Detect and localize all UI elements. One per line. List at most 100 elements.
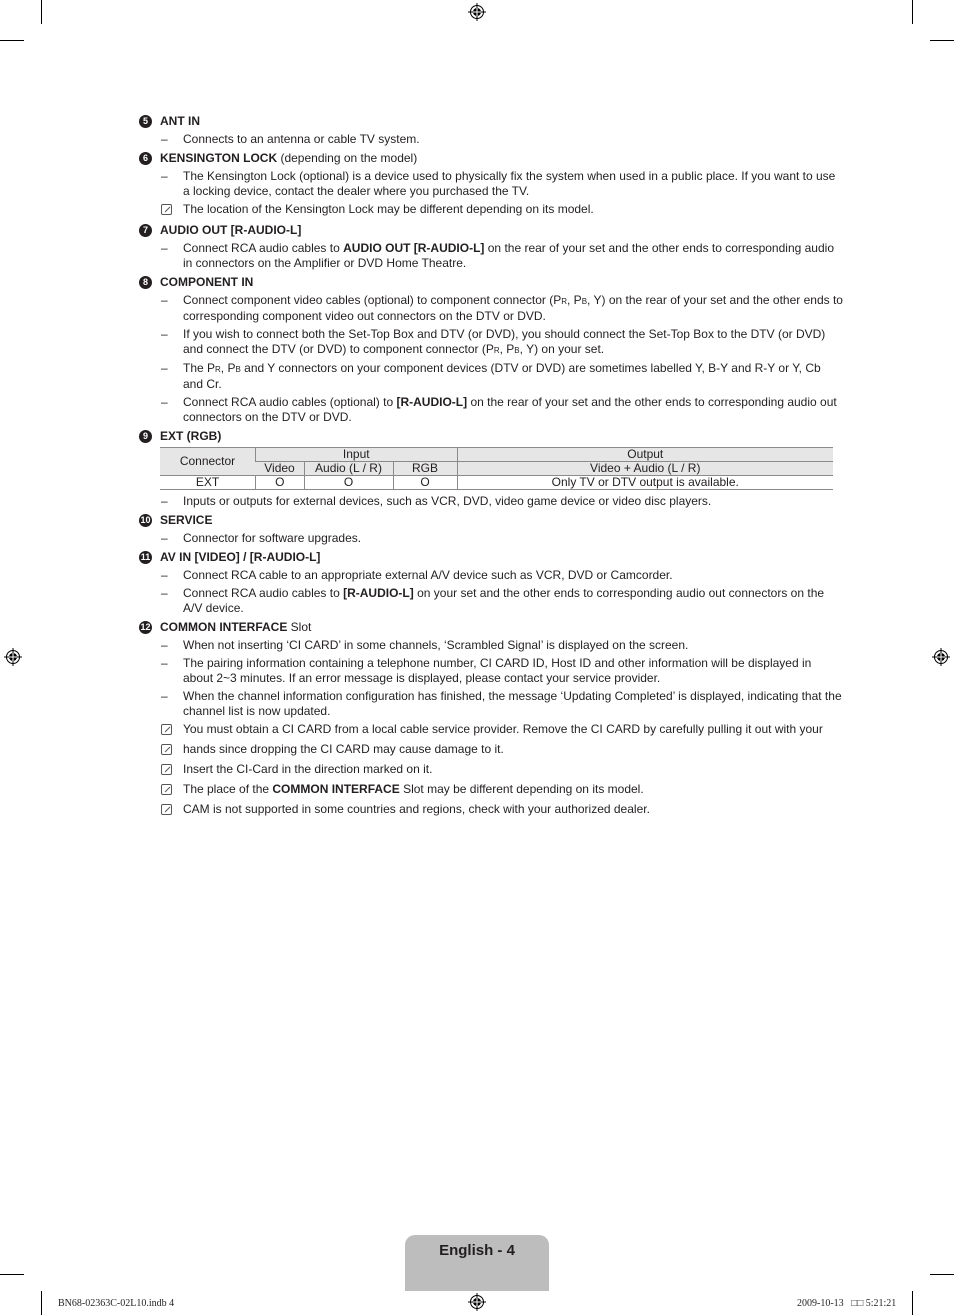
crop-mark	[41, 0, 42, 24]
section-title: COMMON INTERFACE	[160, 620, 288, 634]
list-item: – Connector for software upgrades.	[161, 531, 844, 546]
list-item: – Inputs or outputs for external devices,…	[161, 494, 844, 509]
item-text: Insert the CI-Card in the direction mark…	[183, 762, 433, 776]
item-text: Connect RCA audio cables (optional) to […	[183, 395, 837, 424]
section-heading: 8 COMPONENT IN	[139, 275, 844, 290]
item-text: Inputs or outputs for external devices, …	[183, 494, 712, 508]
registration-mark-icon	[932, 648, 950, 666]
section-number-badge: 12	[139, 621, 152, 634]
dash-bullet: –	[161, 169, 168, 183]
header-input: Input	[255, 447, 457, 462]
dash-bullet: –	[161, 327, 168, 341]
section-number-badge: 8	[139, 276, 152, 289]
section-heading: 11 AV IN [VIDEO] / [R-AUDIO-L]	[139, 550, 844, 565]
page-number-tab: English - 4	[405, 1235, 549, 1291]
crop-mark	[912, 1291, 913, 1315]
note-item: You must obtain a CI CARD from a local c…	[161, 722, 844, 739]
list-item: – The Kensington Lock (optional) is a dev…	[161, 169, 844, 199]
section-title: COMPONENT IN	[160, 275, 254, 289]
list-item: – If you wish to connect both the Set-Top…	[161, 327, 844, 358]
note-item: The place of the COMMON INTERFACE Slot m…	[161, 782, 844, 799]
print-slug-date: 2009-10-13 □□ 5:21:21	[797, 1298, 897, 1309]
section: 11 AV IN [VIDEO] / [R-AUDIO-L] – Connect RC…	[139, 550, 844, 616]
section-heading: 12 COMMON INTERFACE Slot	[139, 620, 844, 635]
cell-audio: O	[303, 475, 393, 490]
item-text: Connects to an antenna or cable TV syste…	[183, 132, 420, 146]
table-row: EXT O O O Only TV or DTV output is avail…	[160, 475, 833, 490]
item-text: Connector for software upgrades.	[183, 531, 362, 545]
item-text: When the channel information configurati…	[183, 689, 842, 718]
item-text: The PR, PB and Y connectors on your comp…	[183, 361, 821, 391]
item-text: The Kensington Lock (optional) is a devi…	[183, 169, 836, 198]
note-icon	[161, 802, 183, 819]
dash-bullet: –	[161, 689, 168, 703]
note-item: Insert the CI-Card in the direction mark…	[161, 762, 844, 779]
dash-bullet: –	[161, 568, 168, 582]
header-output: Output	[456, 447, 833, 462]
item-text: Connect RCA audio cables to [R-AUDIO-L] …	[183, 586, 825, 615]
item-text: CAM is not supported in some countries a…	[183, 802, 650, 816]
section-heading: 10 SERVICE	[139, 513, 844, 528]
section-title: ANT IN	[160, 114, 200, 128]
page-label: English - 4	[439, 1242, 515, 1259]
section-number-badge: 5	[139, 115, 152, 128]
subheader-output: Video + Audio (L / R)	[456, 461, 833, 476]
list-item: – Connect RCA audio cables to [R-AUDIO-L]…	[161, 586, 844, 616]
crop-mark	[41, 1291, 42, 1315]
note-icon	[161, 762, 183, 779]
section: 12 COMMON INTERFACE Slot – When not inserti…	[139, 620, 844, 819]
section-number-badge: 9	[139, 430, 152, 443]
note-icon	[161, 742, 183, 759]
section-number-badge: 11	[139, 551, 152, 564]
section: 7 AUDIO OUT [R-AUDIO-L] – Connect RCA audio…	[139, 223, 844, 271]
section-title: AUDIO OUT [R-AUDIO-L]	[160, 223, 302, 237]
manual-content: 5 ANT IN – Connects to an antenna or cable …	[139, 110, 844, 822]
section-title-suffix: Slot	[287, 620, 312, 634]
subheader-rgb: RGB	[392, 461, 457, 476]
section: 6 KENSINGTON LOCK (depending on the model…	[139, 151, 844, 219]
ext-rgb-table: Connector Input Output Video Audio (L / …	[160, 447, 833, 490]
section-heading: 5 ANT IN	[139, 114, 844, 129]
registration-mark-icon	[468, 1293, 486, 1311]
pencil-note-icon	[161, 764, 172, 775]
pencil-note-icon	[161, 784, 172, 795]
dash-bullet: –	[161, 656, 168, 670]
section-title: KENSINGTON LOCK	[160, 151, 278, 165]
crop-mark	[0, 40, 24, 41]
section-heading: 6 KENSINGTON LOCK (depending on the model…	[139, 151, 844, 166]
list-item: – Connect RCA audio cables (optional) to …	[161, 395, 844, 425]
note-icon	[161, 202, 183, 219]
item-text: The place of the COMMON INTERFACE Slot m…	[183, 782, 644, 796]
section-heading: 7 AUDIO OUT [R-AUDIO-L]	[139, 223, 844, 238]
list-item: – Connect component video cables (optiona…	[161, 293, 844, 324]
list-item: – When not inserting ‘CI CARD’ in some ch…	[161, 638, 844, 653]
pencil-note-icon	[161, 724, 172, 735]
item-text: Connect RCA cable to an appropriate exte…	[183, 568, 673, 582]
crop-mark	[0, 1274, 24, 1275]
item-text: You must obtain a CI CARD from a local c…	[183, 722, 823, 736]
note-icon	[161, 782, 183, 799]
registration-mark-icon	[468, 3, 486, 21]
print-slug-file: BN68-02363C-02L10.indb 4	[58, 1298, 175, 1309]
section-number-badge: 10	[139, 514, 152, 527]
section-title: SERVICE	[160, 513, 213, 527]
registration-mark-icon	[4, 648, 22, 666]
section-title: EXT (RGB)	[160, 429, 222, 443]
crop-mark	[930, 40, 954, 41]
list-item: – Connects to an antenna or cable TV syst…	[161, 132, 844, 147]
pencil-note-icon	[161, 804, 172, 815]
item-text: Connect component video cables (optional…	[183, 293, 843, 323]
crop-mark	[912, 0, 913, 24]
dash-bullet: –	[161, 586, 168, 600]
pencil-note-icon	[161, 204, 172, 215]
list-item: – Connect RCA audio cables to AUDIO OUT […	[161, 241, 844, 271]
section-heading: 9 EXT (RGB)	[139, 429, 844, 444]
section: 8 COMPONENT IN – Connect component video ca…	[139, 275, 844, 425]
subheader-video: Video	[255, 461, 304, 476]
item-text: hands since dropping the CI CARD may cau…	[183, 742, 504, 756]
section-title: AV IN [VIDEO] / [R-AUDIO-L]	[160, 550, 321, 564]
list-item: – The pairing information containing a te…	[161, 656, 844, 686]
dash-bullet: –	[161, 361, 168, 375]
note-item: CAM is not supported in some countries a…	[161, 802, 844, 819]
item-text: If you wish to connect both the Set-Top …	[183, 327, 826, 356]
